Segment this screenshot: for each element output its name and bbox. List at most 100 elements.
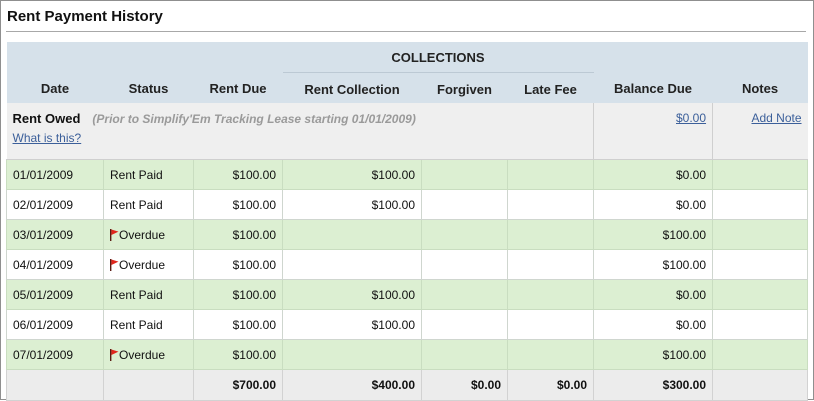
cell-late-fee — [506, 189, 595, 220]
cell-rent-due: $100.00 — [193, 339, 283, 370]
cell-notes — [712, 309, 809, 340]
cell-status: Overdue — [103, 219, 194, 250]
cell-status: Rent Paid — [103, 189, 194, 220]
cell-forgiven — [421, 249, 508, 280]
totals-spacer — [103, 369, 194, 401]
collections-group-header: COLLECTIONS — [282, 42, 594, 73]
cell-date: 05/01/2009 — [6, 279, 104, 310]
table-row: 03/01/2009 Overdue $100.00 $100.00 — [6, 219, 809, 250]
col-header-notes: Notes — [712, 72, 808, 103]
cell-forgiven — [421, 309, 508, 340]
col-header-forgiven: Forgiven — [421, 72, 508, 103]
cell-forgiven — [421, 219, 508, 250]
rent-owed-label: Rent Owed (Prior to Simplify'Em Tracking … — [13, 111, 588, 145]
cell-balance-due: $100.00 — [593, 339, 714, 370]
total-rent-due: $700.00 — [193, 369, 283, 401]
totals-row: $700.00 $400.00 $0.00 $0.00 $300.00 — [6, 369, 809, 401]
col-header-rent-collection: Rent Collection — [282, 72, 422, 103]
total-forgiven: $0.00 — [421, 369, 508, 401]
status-text: Overdue — [119, 257, 166, 272]
what-is-this-link[interactable]: What is this? — [13, 131, 588, 145]
col-header-balance-due: Balance Due — [593, 72, 713, 103]
cell-status: Overdue — [103, 339, 194, 370]
cell-rent-collection: $100.00 — [282, 189, 422, 220]
rent-owed-row: Rent Owed (Prior to Simplify'Em Tracking … — [6, 103, 808, 160]
table-row: 01/01/2009 Rent Paid $100.00 $100.00 $0.00 — [6, 159, 809, 190]
cell-rent-due: $100.00 — [193, 159, 283, 190]
add-note-link[interactable]: Add Note — [751, 111, 801, 125]
cell-late-fee — [506, 219, 595, 250]
rent-owed-balance-cell: $0.00 — [593, 103, 713, 160]
status-text: Rent Paid — [110, 287, 163, 302]
rent-payment-table: COLLECTIONS Date Status Rent Due Rent Co… — [6, 42, 809, 401]
rent-owed-notes-cell: Add Note — [712, 103, 808, 160]
cell-rent-collection — [282, 219, 422, 250]
cell-rent-due: $100.00 — [193, 279, 283, 310]
cell-status: Overdue — [103, 249, 194, 280]
rent-owed-balance-link[interactable]: $0.00 — [676, 111, 706, 125]
title-divider — [6, 31, 806, 32]
cell-status: Rent Paid — [103, 279, 194, 310]
cell-rent-due: $100.00 — [193, 309, 283, 340]
total-late-fee: $0.00 — [506, 369, 595, 401]
cell-late-fee — [506, 279, 595, 310]
cell-notes — [712, 249, 809, 280]
cell-forgiven — [421, 339, 508, 370]
status-text: Overdue — [119, 347, 166, 362]
cell-date: 06/01/2009 — [6, 309, 104, 340]
cell-status: Rent Paid — [103, 309, 194, 340]
status-text: Overdue — [119, 227, 166, 242]
cell-late-fee — [506, 159, 595, 190]
rent-owed-note: (Prior to Simplify'Em Tracking Lease sta… — [92, 112, 416, 126]
cell-balance-due: $0.00 — [593, 189, 714, 220]
cell-notes — [712, 279, 809, 310]
page-title: Rent Payment History — [7, 8, 163, 25]
cell-forgiven — [421, 159, 508, 190]
totals-spacer — [712, 369, 809, 401]
cell-balance-due: $0.00 — [593, 159, 714, 190]
status-text: Rent Paid — [110, 317, 163, 332]
total-balance-due: $300.00 — [593, 369, 714, 401]
rent-owed-label-text: Rent Owed — [12, 111, 81, 126]
cell-status: Rent Paid — [103, 159, 194, 190]
cell-rent-due: $100.00 — [193, 189, 283, 220]
status-text: Rent Paid — [110, 167, 163, 182]
header-spacer — [593, 42, 808, 73]
table-row: 05/01/2009 Rent Paid $100.00 $100.00 $0.00 — [6, 279, 809, 310]
red-flag-icon — [110, 348, 119, 361]
cell-notes — [712, 189, 809, 220]
cell-notes — [712, 339, 809, 370]
totals-spacer — [6, 369, 104, 401]
cell-balance-due: $0.00 — [593, 309, 714, 340]
cell-rent-due: $100.00 — [193, 249, 283, 280]
col-header-late-fee: Late Fee — [507, 72, 594, 103]
cell-balance-due: $100.00 — [593, 249, 714, 280]
cell-late-fee — [506, 249, 595, 280]
table-row: 06/01/2009 Rent Paid $100.00 $100.00 $0.00 — [6, 309, 809, 340]
col-header-rent-due: Rent Due — [193, 72, 283, 103]
cell-rent-collection: $100.00 — [282, 279, 422, 310]
cell-date: 07/01/2009 — [6, 339, 104, 370]
cell-date: 04/01/2009 — [6, 249, 104, 280]
cell-rent-collection — [282, 249, 422, 280]
table-row: 07/01/2009 Overdue $100.00 $100.00 — [6, 339, 809, 370]
status-text: Rent Paid — [110, 197, 163, 212]
cell-balance-due: $100.00 — [593, 219, 714, 250]
cell-notes — [712, 159, 809, 190]
rent-owed-cell: Rent Owed (Prior to Simplify'Em Tracking … — [6, 103, 594, 160]
cell-date: 03/01/2009 — [6, 219, 104, 250]
cell-rent-due: $100.00 — [193, 219, 283, 250]
red-flag-icon — [110, 258, 119, 271]
total-rent-collection: $400.00 — [282, 369, 422, 401]
cell-notes — [712, 219, 809, 250]
cell-balance-due: $0.00 — [593, 279, 714, 310]
cell-late-fee — [506, 309, 595, 340]
cell-late-fee — [506, 339, 595, 370]
cell-forgiven — [421, 279, 508, 310]
cell-rent-collection: $100.00 — [282, 309, 422, 340]
header-spacer — [6, 42, 283, 73]
cell-date: 01/01/2009 — [6, 159, 104, 190]
cell-rent-collection — [282, 339, 422, 370]
col-header-status: Status — [103, 72, 194, 103]
cell-rent-collection: $100.00 — [282, 159, 422, 190]
